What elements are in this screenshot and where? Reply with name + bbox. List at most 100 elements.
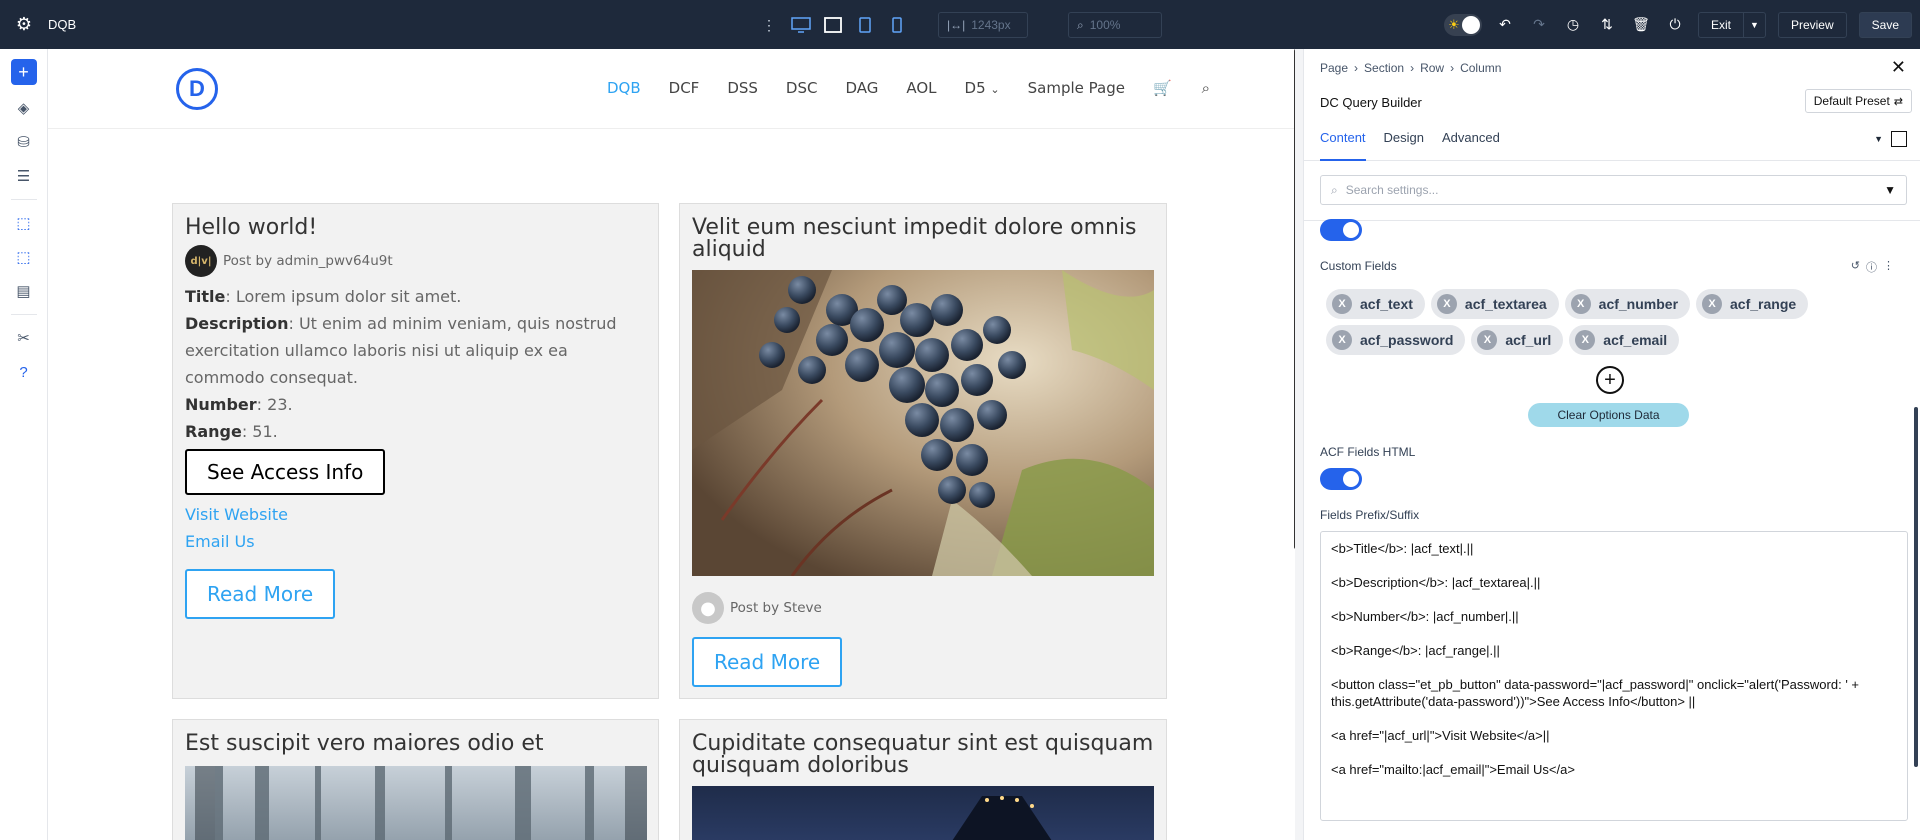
- post-title[interactable]: Velit eum nesciunt impedit dolore omnis …: [692, 217, 1154, 261]
- prefix-suffix-label: Fields Prefix/Suffix: [1320, 508, 1420, 522]
- more-options-icon[interactable]: ⋮: [1883, 259, 1894, 275]
- multi-select-icon[interactable]: ⬚: [13, 246, 35, 268]
- layers-icon[interactable]: ◈: [13, 97, 35, 119]
- remove-chip-icon[interactable]: X: [1575, 330, 1596, 350]
- field-value: : 51.: [241, 422, 278, 441]
- zoom-input[interactable]: ⌕ 100%: [1068, 12, 1162, 38]
- more-vertical-icon[interactable]: ⋮: [758, 14, 780, 36]
- email-us-link[interactable]: Email Us: [185, 528, 646, 555]
- avatar: d|v|: [185, 245, 217, 277]
- search-icon: ⌕: [1331, 182, 1338, 197]
- close-icon[interactable]: ✕: [1891, 57, 1906, 78]
- breadcrumb-page[interactable]: Page: [1320, 61, 1348, 75]
- filter-icon[interactable]: ▼: [1884, 183, 1896, 197]
- theme-toggle[interactable]: ☀: [1444, 13, 1483, 36]
- divider: [10, 314, 37, 315]
- nav-item-dqb[interactable]: DQB: [607, 79, 641, 97]
- info-icon[interactable]: ⓘ: [1866, 259, 1877, 275]
- exit-button[interactable]: Exit: [1698, 11, 1744, 38]
- tab-content[interactable]: Content: [1320, 119, 1366, 161]
- code-line: <b>Number</b>: |acf_number|.||: [1331, 609, 1519, 624]
- desktop-view-icon[interactable]: [790, 14, 812, 36]
- phone-view-icon[interactable]: [886, 14, 908, 36]
- post-image-grapes[interactable]: [692, 270, 1154, 576]
- add-module-button[interactable]: +: [10, 59, 37, 85]
- tab-advanced[interactable]: Advanced: [1442, 119, 1500, 161]
- breadcrumb-column[interactable]: Column: [1460, 61, 1501, 75]
- database-icon[interactable]: ⛁: [13, 131, 35, 153]
- avatar: ●: [692, 592, 724, 624]
- add-field-icon[interactable]: +: [1596, 366, 1624, 394]
- breadcrumb-section[interactable]: Section: [1364, 61, 1404, 75]
- canvas-scrollbar[interactable]: [1294, 49, 1295, 549]
- read-more-button[interactable]: Read More: [185, 569, 336, 619]
- exit-dropdown-icon[interactable]: ▼: [1743, 11, 1766, 38]
- nav-item-dcf[interactable]: DCF: [669, 79, 700, 97]
- field-chip: Xacf_text: [1326, 289, 1425, 319]
- sun-icon: ☀: [1448, 16, 1460, 32]
- post-title[interactable]: Est suscipit vero maiores odio et: [185, 733, 646, 755]
- remove-chip-icon[interactable]: X: [1332, 330, 1352, 350]
- toggle-switch-top[interactable]: [1320, 219, 1362, 241]
- post-title[interactable]: Hello world!: [185, 217, 646, 239]
- panel-scrollbar[interactable]: [1914, 407, 1918, 767]
- remove-chip-icon[interactable]: X: [1436, 294, 1457, 314]
- width-input[interactable]: |↔| 1243px: [938, 12, 1028, 38]
- sliders-icon[interactable]: ☰: [13, 165, 35, 187]
- see-access-info-button[interactable]: See Access Info: [185, 449, 386, 495]
- remove-chip-icon[interactable]: X: [1477, 330, 1498, 350]
- remove-chip-icon[interactable]: X: [1702, 294, 1723, 314]
- cart-icon[interactable]: 🛒: [1153, 79, 1172, 97]
- breadcrumb-separator: ›: [1410, 61, 1415, 75]
- post-image-bridge[interactable]: [692, 786, 1154, 840]
- cursor-select-icon[interactable]: ⬚: [13, 212, 35, 234]
- breadcrumb-row[interactable]: Row: [1420, 61, 1444, 75]
- nav-item-dss[interactable]: DSS: [727, 79, 758, 97]
- preview-button[interactable]: Preview: [1777, 11, 1847, 38]
- history-icon[interactable]: ◷: [1562, 14, 1584, 36]
- custom-fields-label: Custom Fields: [1320, 259, 1397, 273]
- prefix-suffix-textarea[interactable]: <b>Title</b>: |acf_text|.|| <b>Descripti…: [1320, 531, 1908, 821]
- nav-item-dsc[interactable]: DSC: [786, 79, 818, 97]
- post-title[interactable]: Cupiditate consequatur sint est quisquam…: [692, 733, 1154, 777]
- nav-item-sample-page[interactable]: Sample Page: [1028, 79, 1125, 97]
- read-more-button[interactable]: Read More: [692, 637, 843, 687]
- post-card: Cupiditate consequatur sint est quisquam…: [679, 719, 1167, 840]
- tab-tools: ▼: [1874, 131, 1907, 147]
- search-icon[interactable]: ⌕: [1202, 79, 1210, 97]
- redo-icon[interactable]: ↷: [1528, 14, 1550, 36]
- breadcrumb: Page › Section › Row › Column: [1320, 61, 1501, 75]
- sort-icon[interactable]: ⇅: [1596, 14, 1618, 36]
- undo-icon[interactable]: ↶: [1494, 14, 1516, 36]
- layout-settings-icon[interactable]: ▤: [13, 280, 35, 302]
- trash-icon[interactable]: 🗑: [1630, 14, 1652, 36]
- caret-down-icon[interactable]: ▼: [1874, 134, 1883, 144]
- save-button[interactable]: Save: [1858, 11, 1912, 38]
- nav-item-dag[interactable]: DAG: [845, 79, 878, 97]
- nav-item-aol[interactable]: AOL: [906, 79, 936, 97]
- reset-icon[interactable]: ↺: [1851, 259, 1860, 275]
- visit-website-link[interactable]: Visit Website: [185, 501, 646, 528]
- expand-square-icon[interactable]: [1891, 131, 1907, 147]
- chip-label: acf_range: [1730, 296, 1797, 312]
- post-image-forest[interactable]: [185, 766, 647, 840]
- remove-chip-icon[interactable]: X: [1570, 294, 1591, 314]
- code-line: <a href="mailto:|acf_email|">Email Us</a…: [1331, 762, 1575, 777]
- wide-view-icon[interactable]: [822, 14, 844, 36]
- site-logo[interactable]: D: [176, 68, 218, 110]
- nav-item-d5[interactable]: D5 ⌄: [965, 79, 1000, 97]
- field-tools: ↺ ⓘ ⋮: [1851, 259, 1894, 275]
- preset-button[interactable]: Default Preset ⇄: [1804, 89, 1912, 113]
- clear-options-button[interactable]: Clear Options Data: [1528, 403, 1689, 427]
- tools-icon[interactable]: ✂: [13, 327, 35, 349]
- gear-icon[interactable]: ⚙: [0, 14, 48, 35]
- settings-search-field[interactable]: ⌕ Search settings... ▼: [1320, 175, 1907, 205]
- power-icon[interactable]: ⏻: [1664, 14, 1686, 36]
- tablet-view-icon[interactable]: [854, 14, 876, 36]
- remove-chip-icon[interactable]: X: [1332, 294, 1352, 314]
- acf-html-toggle[interactable]: [1320, 468, 1362, 490]
- field-value: : 23.: [256, 395, 293, 414]
- divider: [10, 199, 37, 200]
- help-icon[interactable]: ?: [13, 361, 35, 383]
- tab-design[interactable]: Design: [1384, 119, 1424, 161]
